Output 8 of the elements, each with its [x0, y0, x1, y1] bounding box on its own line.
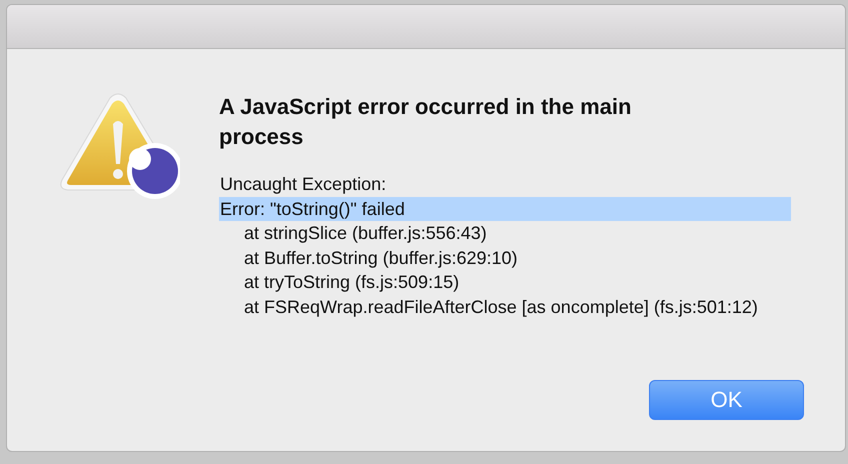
- ok-button[interactable]: OK: [649, 380, 804, 420]
- exception-label: Uncaught Exception:: [219, 173, 388, 196]
- stack-frame: at tryToString (fs.js:509:15): [219, 270, 791, 294]
- error-message: Error: "toString()" failed: [219, 196, 791, 221]
- stack-frame: at stringSlice (buffer.js:556:43): [219, 221, 791, 246]
- dialog-title: A JavaScript error occurred in the main process: [219, 93, 632, 151]
- stack-frame: at Buffer.toString (buffer.js:629:10): [219, 246, 791, 270]
- stack-frame: at FSReqWrap.readFileAfterClose [as oncomplete] (fs.js:501:12): [219, 294, 791, 319]
